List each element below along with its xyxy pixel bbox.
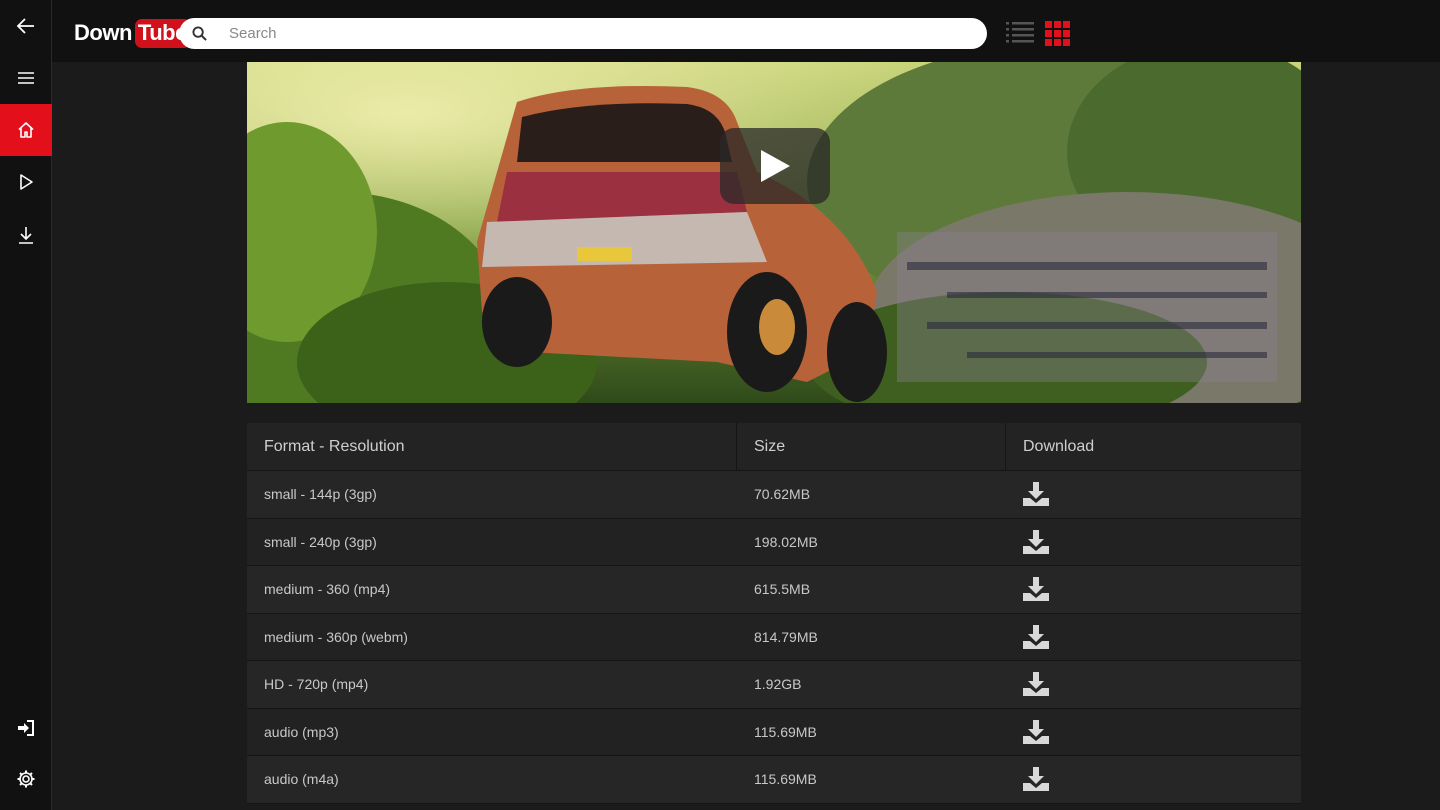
back-button[interactable] [0,0,52,52]
table-row: audio (m4a) 115.69MB [247,756,1301,804]
table-row: small - 144p (3gp) 70.62MB [247,471,1301,519]
download-button[interactable] [1023,624,1049,649]
table-row: medium - 360 (mp4) 615.5MB [247,566,1301,614]
download-file-icon [1023,577,1049,602]
format-cell: small - 240p (3gp) [264,533,377,550]
home-icon [18,122,34,138]
grid-view-button[interactable] [1045,21,1073,46]
sidebar-item-player[interactable] [0,156,52,208]
play-outline-icon [20,174,33,190]
main-content: Format - Resolution Size Download small … [52,62,1440,810]
download-file-icon [1023,529,1049,554]
download-button[interactable] [1023,577,1049,602]
size-cell: 115.69MB [754,771,817,788]
table-row: HD - 720p (mp4) 1.92GB [247,661,1301,709]
format-cell: audio (m4a) [264,771,339,788]
top-bar: Down Tube [52,0,1440,62]
sidebar-item-home[interactable] [0,104,52,156]
search-input[interactable] [219,24,959,43]
download-file-icon [1023,482,1049,507]
download-button[interactable] [1023,719,1049,744]
format-cell: medium - 360p (webm) [264,628,408,645]
header-size: Size [737,423,1006,471]
header-download: Download [1023,438,1095,455]
download-button[interactable] [1023,482,1049,507]
table-body: small - 144p (3gp) 70.62MB small - 240p … [247,471,1301,804]
format-cell: small - 144p (3gp) [264,486,377,503]
settings-button[interactable] [0,753,52,805]
download-file-icon [1023,624,1049,649]
play-button[interactable] [720,128,830,204]
format-cell: HD - 720p (mp4) [264,676,369,693]
table-row: medium - 360p (webm) 814.79MB [247,613,1301,661]
header-format: Format - Resolution [247,423,737,471]
size-cell: 1.92GB [754,676,802,693]
arrow-left-icon [16,18,34,34]
size-cell: 615.5MB [754,581,811,598]
format-cell: audio (mp3) [264,723,339,740]
download-button[interactable] [1023,529,1049,554]
formats-table: Format - Resolution Size Download small … [247,423,1301,804]
sidebar [0,0,52,810]
menu-button[interactable] [0,52,52,104]
table-row: small - 240p (3gp) 198.02MB [247,518,1301,566]
gear-icon [17,770,35,788]
play-icon [761,150,790,182]
rally-car-image [247,62,1301,403]
logo-text-down: Down [74,20,132,45]
download-button[interactable] [1023,672,1049,697]
search-bar [179,18,987,49]
grid-view-icon [1045,21,1070,46]
sign-in-icon [18,720,34,736]
size-cell: 70.62MB [754,486,811,503]
search-icon[interactable] [179,26,219,41]
table-header: Format - Resolution Size Download [247,423,1301,471]
size-cell: 198.02MB [754,533,818,550]
download-file-icon [1023,767,1049,792]
hamburger-icon [18,72,34,84]
format-cell: medium - 360 (mp4) [264,581,391,598]
list-view-icon [1006,22,1034,43]
size-cell: 814.79MB [754,628,818,645]
download-icon [19,227,33,244]
app-logo[interactable]: Down Tube [74,18,191,48]
download-button[interactable] [1023,767,1049,792]
size-cell: 115.69MB [754,723,817,740]
table-row: audio (mp3) 115.69MB [247,708,1301,756]
list-view-button[interactable] [1006,21,1034,45]
sidebar-item-downloads[interactable] [0,209,52,261]
video-thumbnail[interactable] [247,62,1301,403]
download-file-icon [1023,672,1049,697]
download-file-icon [1023,719,1049,744]
sign-in-button[interactable] [0,702,52,754]
